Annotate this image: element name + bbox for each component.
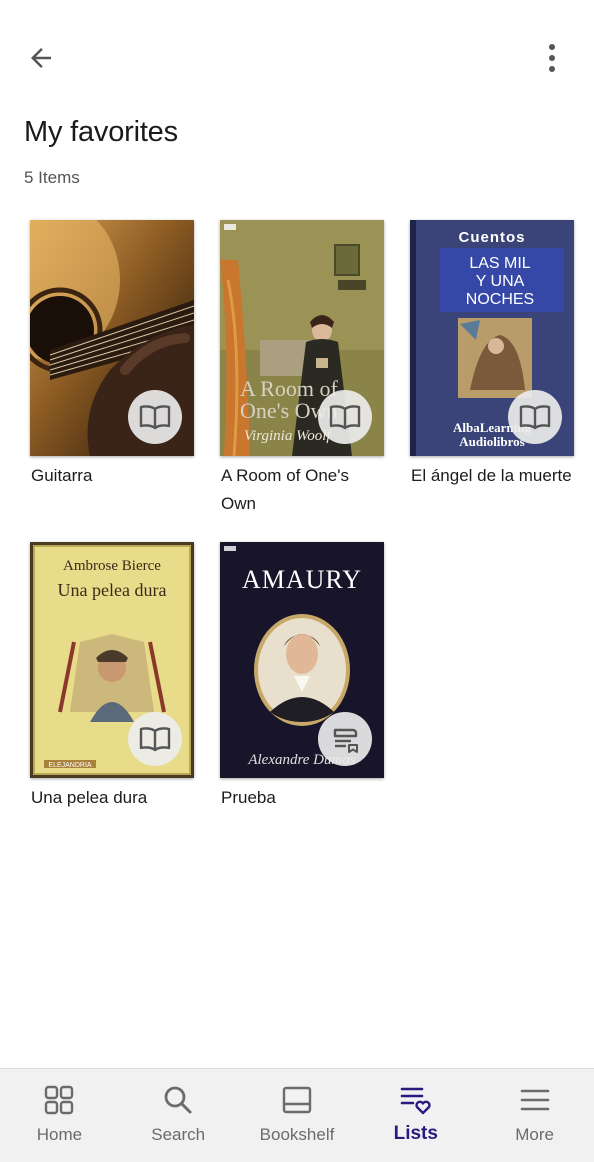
cover-text: AMAURY: [242, 565, 362, 594]
book-title: Una pelea dura: [31, 788, 148, 807]
nav-label: Search: [151, 1125, 206, 1144]
book-cover[interactable]: [30, 220, 194, 456]
book-title: El ángel de la muerte: [411, 466, 572, 485]
book-card[interactable]: AMAURY Alexandre Dumas Prueba: [220, 542, 384, 812]
book-title: Prueba: [221, 788, 276, 807]
format-badge: [128, 390, 182, 444]
top-app-bar: [0, 0, 594, 110]
nav-more[interactable]: More: [475, 1069, 594, 1162]
more-options-button[interactable]: [530, 36, 574, 80]
cover-text: Cuentos: [459, 229, 526, 246]
audiobook-icon: [333, 728, 358, 753]
book-cover[interactable]: A Room of One's Own Virginia Woolf: [220, 220, 384, 456]
cover-text: Una pelea dura: [58, 580, 167, 600]
nav-label: Bookshelf: [259, 1125, 335, 1144]
format-badge: [318, 712, 372, 766]
book-card[interactable]: Guitarra: [30, 220, 194, 490]
book-card[interactable]: A Room of One's Own Virginia Woolf A Roo…: [220, 220, 384, 518]
cover-text: ELEJANDRIA: [48, 762, 92, 769]
back-button[interactable]: [18, 36, 64, 80]
book-title: Guitarra: [31, 466, 93, 485]
bottom-navigation: Home Search Bookshelf Lists More: [0, 1068, 594, 1162]
book-open-icon: [519, 405, 551, 430]
nav-search[interactable]: Search: [119, 1069, 238, 1162]
menu-icon: [520, 1089, 549, 1111]
page-title: My favorites: [24, 116, 178, 148]
format-badge: [508, 390, 562, 444]
nav-label: Home: [36, 1125, 83, 1144]
format-badge: [128, 712, 182, 766]
cover-text: LAS MIL: [469, 255, 530, 272]
bookshelf-icon: [282, 1086, 312, 1114]
nav-home[interactable]: Home: [0, 1069, 119, 1162]
more-vertical-icon: [549, 44, 555, 72]
nav-label: Lists: [393, 1123, 438, 1144]
cover-text: Virginia Woolf: [244, 428, 332, 444]
arrow-left-icon: [31, 48, 51, 68]
book-cover[interactable]: Ambrose Bierce Una pelea dura ELEJANDRIA: [30, 542, 194, 778]
book-open-icon: [139, 405, 171, 430]
book-cover[interactable]: AMAURY Alexandre Dumas: [220, 542, 384, 778]
book-open-icon: [139, 727, 171, 752]
book-open-icon: [329, 405, 361, 430]
book-card[interactable]: Cuentos LAS MIL Y UNA NOCHES AlbaLearnin…: [410, 220, 574, 490]
item-count: 5 Items: [24, 168, 80, 187]
nav-bookshelf[interactable]: Bookshelf: [238, 1069, 357, 1162]
book-card[interactable]: Ambrose Bierce Una pelea dura ELEJANDRIA…: [30, 542, 194, 812]
cover-text: NOCHES: [466, 291, 534, 308]
cover-text: Y UNA: [476, 273, 525, 290]
book-title: A Room of One's Own: [221, 466, 349, 513]
nav-lists[interactable]: Lists: [356, 1069, 475, 1162]
list-heart-icon: [400, 1087, 431, 1115]
format-badge: [318, 390, 372, 444]
nav-label: More: [515, 1125, 554, 1144]
cover-text: Ambrose Bierce: [63, 558, 161, 574]
search-icon: [164, 1086, 192, 1114]
grid-icon: [45, 1085, 74, 1115]
cover-text: Audiolibros: [459, 434, 525, 449]
book-cover[interactable]: Cuentos LAS MIL Y UNA NOCHES AlbaLearnin…: [410, 220, 574, 456]
